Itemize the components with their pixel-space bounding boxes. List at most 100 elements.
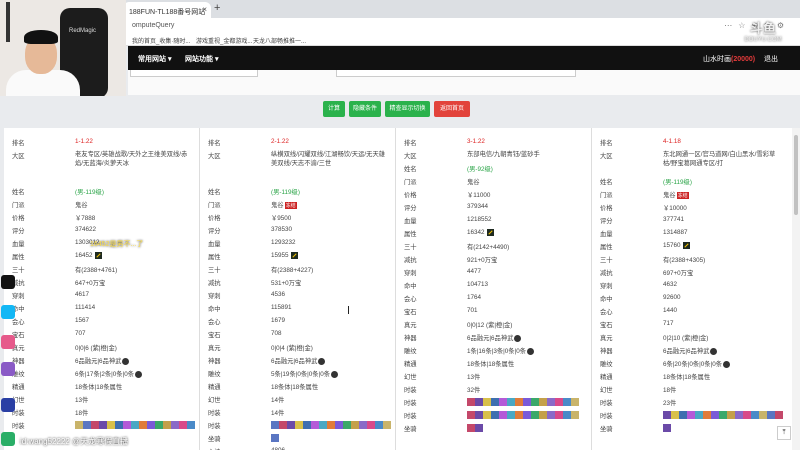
item-icon[interactable] [311, 421, 319, 429]
item-icon[interactable] [663, 411, 671, 419]
item-icon[interactable] [163, 421, 171, 429]
item-icon[interactable] [695, 411, 703, 419]
item-icon[interactable] [287, 421, 295, 429]
filter-input[interactable] [336, 70, 576, 77]
item-icon[interactable] [483, 398, 491, 406]
item-icon[interactable] [563, 398, 571, 406]
item-icon[interactable] [147, 421, 155, 429]
item-icon[interactable] [555, 398, 563, 406]
help-icon[interactable] [135, 370, 143, 378]
item-icon[interactable] [687, 411, 695, 419]
item-icon[interactable] [571, 411, 579, 419]
item-icon[interactable] [303, 421, 311, 429]
new-tab-icon[interactable]: + [214, 2, 220, 14]
nav-site-functions[interactable]: 网站功能 ▾ [185, 54, 218, 64]
item-icon[interactable] [679, 411, 687, 419]
item-icon[interactable] [507, 398, 515, 406]
item-icon[interactable] [359, 421, 367, 429]
item-icon[interactable] [531, 398, 539, 406]
item-icon[interactable] [523, 411, 531, 419]
help-icon[interactable] [514, 334, 522, 342]
item-icon[interactable] [139, 421, 147, 429]
help-icon[interactable] [122, 357, 130, 365]
result-card[interactable]: 排名 4-1.18 大区 东北网通一区/官马道网/白山黑水/雪彩草枯/野宝葛网通专区/… [592, 128, 788, 450]
item-icon[interactable] [475, 398, 483, 406]
item-icon[interactable] [123, 421, 131, 429]
item-icon[interactable] [735, 411, 743, 419]
item-icon[interactable] [775, 411, 783, 419]
item-icon[interactable] [187, 421, 195, 429]
item-icon[interactable] [767, 411, 775, 419]
user-account[interactable]: 山水时画(20000) [703, 54, 755, 64]
item-icon[interactable] [271, 434, 279, 442]
help-icon[interactable] [710, 347, 718, 355]
calculate-button[interactable]: 计算 [323, 101, 345, 117]
item-icon[interactable] [507, 411, 515, 419]
item-icon[interactable] [295, 421, 303, 429]
item-icon[interactable] [75, 421, 83, 429]
item-icon[interactable] [751, 411, 759, 419]
help-icon[interactable] [723, 360, 731, 368]
item-icon[interactable] [83, 421, 91, 429]
toggle-display-button[interactable]: 精查显示切换 [385, 101, 430, 117]
item-icon[interactable] [367, 421, 375, 429]
item-icon[interactable] [563, 411, 571, 419]
logout-link[interactable]: 退出 [764, 54, 778, 64]
item-icon[interactable] [531, 411, 539, 419]
item-icon[interactable] [467, 411, 475, 419]
item-icon[interactable] [327, 421, 335, 429]
hide-conditions-button[interactable]: 隐藏条件 [349, 101, 381, 117]
bookmark-item[interactable]: 我的首页_收集·随时... [132, 36, 190, 45]
item-icon[interactable] [499, 398, 507, 406]
close-icon[interactable]: × [202, 5, 207, 14]
item-icon[interactable] [375, 421, 383, 429]
item-icon[interactable] [319, 421, 327, 429]
browser-tab[interactable]: 188FUN-TL188番号网站 × [123, 2, 211, 18]
filter-input[interactable] [130, 70, 258, 77]
item-icon[interactable] [743, 411, 751, 419]
item-icon[interactable] [91, 421, 99, 429]
item-icon[interactable] [539, 411, 547, 419]
item-icon[interactable] [475, 424, 483, 432]
item-icon[interactable] [547, 398, 555, 406]
item-icon[interactable] [171, 421, 179, 429]
item-icon[interactable] [351, 421, 359, 429]
item-icon[interactable] [483, 411, 491, 419]
item-icon[interactable] [571, 398, 579, 406]
item-icon[interactable] [131, 421, 139, 429]
item-icon[interactable] [179, 421, 187, 429]
item-icon[interactable] [663, 424, 671, 432]
result-card[interactable]: 排名 2-1.22 大区 纵横双线/闪耀双线/江湖畅饮/天运/无天雄美双线/天志不渝/… [200, 128, 396, 450]
item-icon[interactable] [515, 398, 523, 406]
item-icon[interactable] [271, 421, 279, 429]
item-icon[interactable] [539, 398, 547, 406]
item-icon[interactable] [555, 411, 563, 419]
bookmark-item[interactable]: 天龙八部畅推推一... [253, 36, 306, 45]
item-icon[interactable] [107, 421, 115, 429]
item-icon[interactable] [475, 411, 483, 419]
item-icon[interactable] [99, 421, 107, 429]
item-icon[interactable] [759, 411, 767, 419]
result-card[interactable]: 排名 3-1.22 大区 东部电信/九朝青钰/蓝砂手 姓名 (男-92级) 门派 鬼谷 价格 ￥1… [396, 128, 592, 450]
item-icon[interactable] [335, 421, 343, 429]
item-icon[interactable] [515, 411, 523, 419]
item-icon[interactable] [279, 421, 287, 429]
item-icon[interactable] [467, 424, 475, 432]
item-icon[interactable] [671, 411, 679, 419]
result-card[interactable]: 排名 1-1.22 大区 老友专区/英雄战歌/天外之王维美双线/赤焰/无蓝海/炎萝天冰… [4, 128, 200, 450]
item-icon[interactable] [499, 411, 507, 419]
bookmark-item[interactable]: 游戏重视_金都游戏... [196, 36, 252, 45]
item-icon[interactable] [547, 411, 555, 419]
back-to-top-button[interactable]: ⤒ [777, 426, 791, 440]
item-icon[interactable] [491, 411, 499, 419]
item-icon[interactable] [343, 421, 351, 429]
back-home-button[interactable]: 返回首页 [434, 101, 470, 117]
item-icon[interactable] [711, 411, 719, 419]
item-icon[interactable] [155, 421, 163, 429]
item-icon[interactable] [719, 411, 727, 419]
item-icon[interactable] [383, 421, 391, 429]
help-icon[interactable] [527, 347, 535, 355]
item-icon[interactable] [523, 398, 531, 406]
scrollbar-thumb[interactable] [794, 135, 798, 215]
item-icon[interactable] [115, 421, 123, 429]
